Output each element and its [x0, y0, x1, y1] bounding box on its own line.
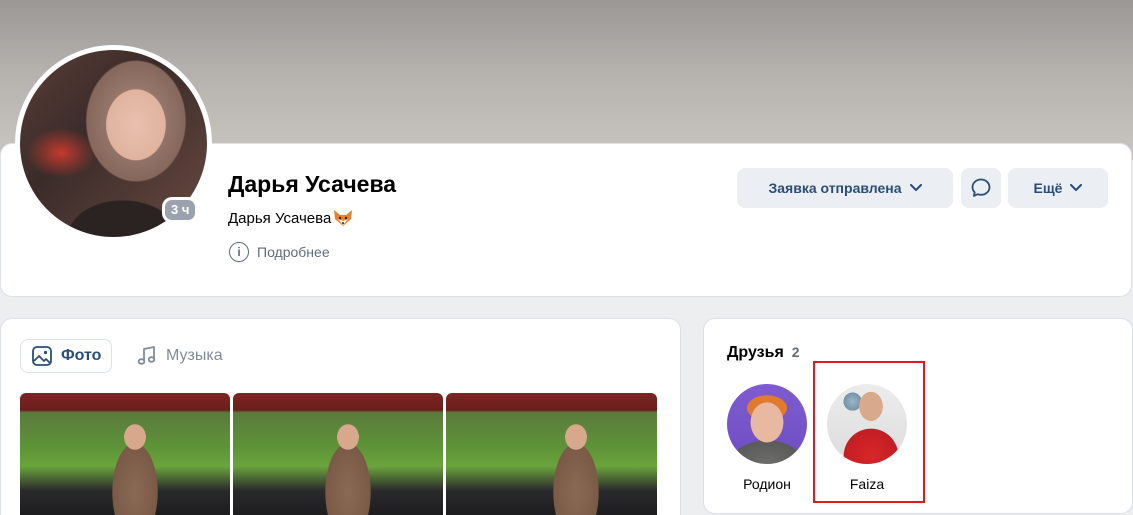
friend-item[interactable]: Родион: [726, 384, 808, 492]
message-icon: [971, 178, 991, 197]
tab-music[interactable]: Музыка: [126, 339, 233, 373]
tab-photos-label: Фото: [61, 347, 102, 364]
more-info-link[interactable]: i Подробнее: [229, 242, 330, 262]
photo-subject: [318, 415, 378, 515]
more-button-label: Ещё: [1033, 180, 1063, 196]
request-button-label: Заявка отправлена: [768, 180, 902, 196]
photo-thumbnail[interactable]: [233, 393, 443, 515]
photo-thumbnail[interactable]: [446, 393, 657, 515]
chevron-down-icon: [1070, 184, 1083, 191]
music-note-icon: [137, 346, 156, 365]
image-icon: [32, 346, 52, 366]
tab-music-label: Музыка: [166, 347, 223, 364]
info-icon: i: [229, 242, 249, 262]
friends-count: 2: [791, 344, 800, 360]
message-button[interactable]: [961, 168, 1001, 208]
fox-emoji-icon: [334, 210, 353, 226]
profile-status: Дарья Усачева: [228, 209, 353, 227]
chevron-down-icon: [909, 184, 922, 191]
highlight-box: [813, 361, 925, 503]
avatar: [727, 384, 807, 464]
friends-header[interactable]: Друзья 2: [727, 344, 800, 362]
tab-photos[interactable]: Фото: [20, 339, 113, 373]
status-text: Дарья Усачева: [228, 209, 332, 227]
photo-subject: [546, 415, 606, 515]
friend-request-sent-button[interactable]: Заявка отправлена: [737, 168, 953, 208]
photo-thumbnail[interactable]: [20, 393, 230, 515]
more-info-label: Подробнее: [257, 244, 330, 260]
last-seen-badge: 3 ч: [162, 197, 199, 223]
friend-name: Родион: [743, 476, 791, 492]
photo-subject: [105, 415, 165, 515]
more-actions-button[interactable]: Ещё: [1008, 168, 1108, 208]
profile-name: Дарья Усачева: [228, 171, 397, 197]
friends-title: Друзья: [727, 344, 784, 361]
